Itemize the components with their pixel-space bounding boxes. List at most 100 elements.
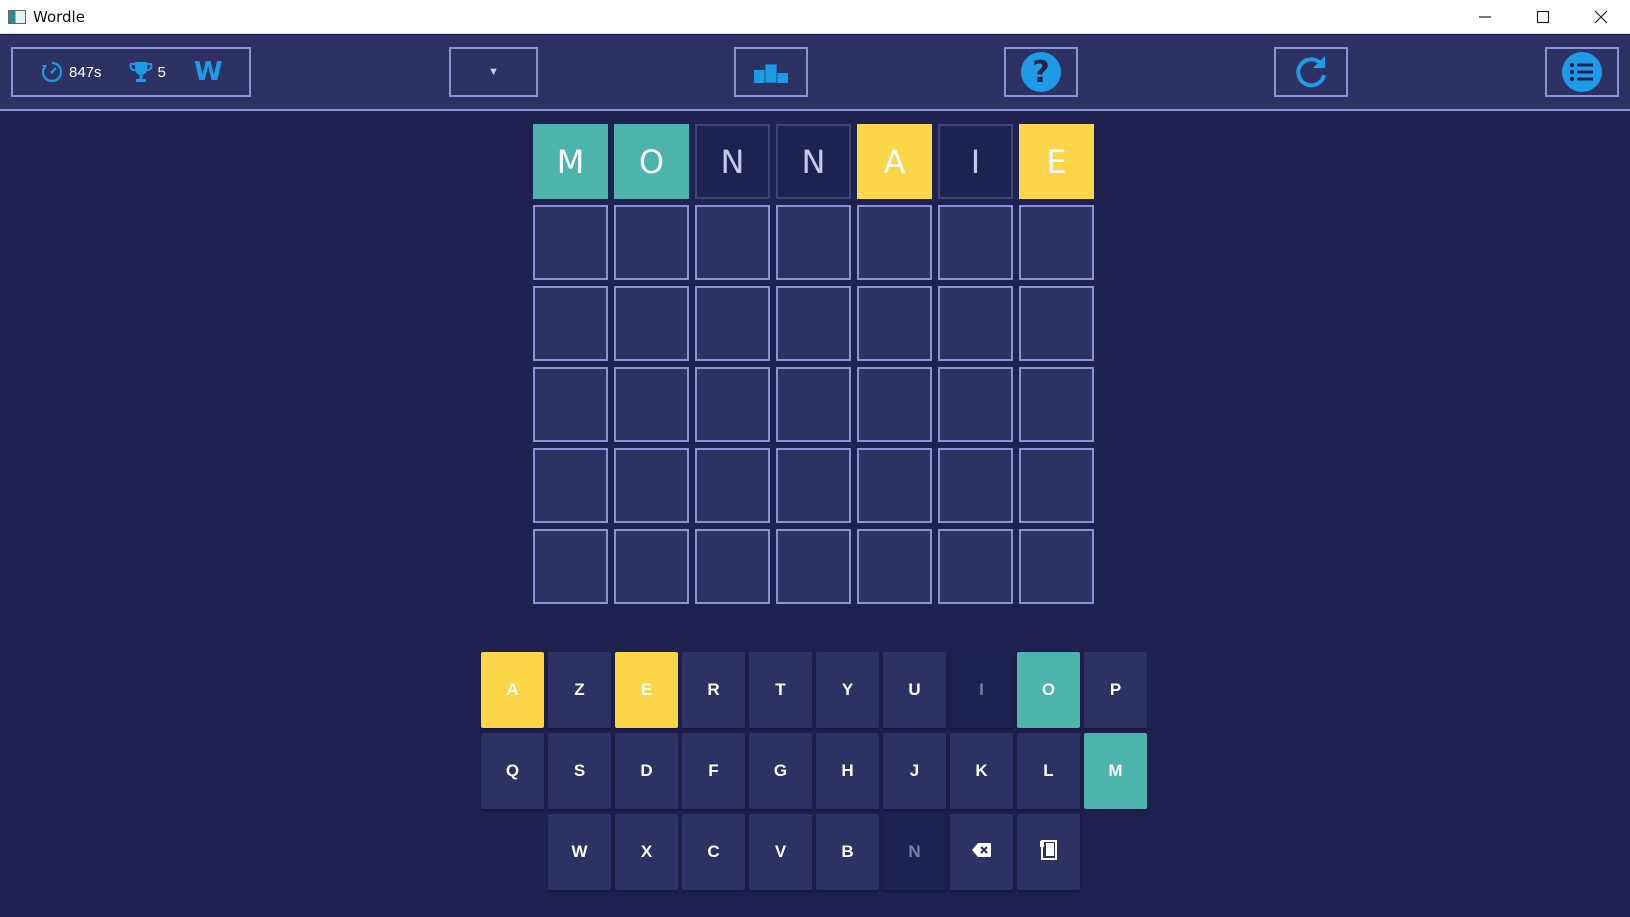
letter-tile [695, 448, 770, 523]
guess-grid: MONNAIE [533, 124, 1097, 610]
word-length-dropdown[interactable]: ▼ [449, 47, 538, 97]
trophy-icon [129, 62, 153, 82]
window-title: Wordle [33, 7, 85, 26]
key-o[interactable]: O [1017, 652, 1080, 728]
letter-tile [533, 448, 608, 523]
chevron-down-icon: ▼ [488, 66, 499, 78]
letter-tile: I [938, 124, 1013, 199]
letter-tile [857, 448, 932, 523]
key-f[interactable]: F [682, 733, 745, 809]
key-r[interactable]: R [682, 652, 745, 728]
letter-tile: E [1019, 124, 1094, 199]
toolbar: 847s 5 W ▼ ? [0, 35, 1630, 111]
key-j[interactable]: J [883, 733, 946, 809]
letter-tile: N [776, 124, 851, 199]
menu-button[interactable] [1545, 47, 1619, 97]
grid-row [533, 529, 1097, 604]
key-y[interactable]: Y [816, 652, 879, 728]
key-t[interactable]: T [749, 652, 812, 728]
key-z[interactable]: Z [548, 652, 611, 728]
key-b[interactable]: B [816, 814, 879, 890]
key-d[interactable]: D [615, 733, 678, 809]
keyboard-row: AZERTYUIOP [481, 652, 1151, 728]
key-x[interactable]: X [615, 814, 678, 890]
key-u[interactable]: U [883, 652, 946, 728]
help-button[interactable]: ? [1004, 47, 1078, 97]
letter-tile [938, 286, 1013, 361]
stats-panel: 847s 5 W [11, 47, 251, 97]
maximize-button[interactable] [1514, 0, 1572, 34]
letter-tile [938, 205, 1013, 280]
letter-tile [857, 529, 932, 604]
key-i[interactable]: I [950, 652, 1013, 728]
key-p[interactable]: P [1084, 652, 1147, 728]
restart-button[interactable] [1274, 47, 1348, 97]
letter-tile [857, 205, 932, 280]
timer-stat: 847s [39, 59, 102, 85]
key-h[interactable]: H [816, 733, 879, 809]
keyboard-row: WXCVBN [548, 814, 1084, 890]
key-v[interactable]: V [749, 814, 812, 890]
key-e[interactable]: E [615, 652, 678, 728]
close-button[interactable] [1572, 0, 1630, 34]
key-a[interactable]: A [481, 652, 544, 728]
letter-tile [776, 367, 851, 442]
letter-tile [614, 286, 689, 361]
enter-key[interactable] [1017, 814, 1080, 890]
letter-tile [533, 205, 608, 280]
letter-tile [1019, 367, 1094, 442]
letter-tile [938, 448, 1013, 523]
key-g[interactable]: G [749, 733, 812, 809]
letter-tile [776, 205, 851, 280]
letter-tile [695, 205, 770, 280]
letter-tile [1019, 529, 1094, 604]
key-w[interactable]: W [548, 814, 611, 890]
close-icon [1594, 10, 1608, 24]
letter-tile: A [857, 124, 932, 199]
letter-tile [695, 529, 770, 604]
grid-row [533, 205, 1097, 280]
letter-tile [776, 448, 851, 523]
trophy-count: 5 [157, 63, 166, 81]
grid-row [533, 286, 1097, 361]
stopwatch-icon [41, 61, 63, 83]
keyboard-row: QSDFGHJKLM [481, 733, 1151, 809]
letter-tile [938, 529, 1013, 604]
key-s[interactable]: S [548, 733, 611, 809]
grid-row [533, 448, 1097, 523]
maximize-icon [1536, 10, 1550, 24]
list-icon [1562, 52, 1602, 92]
letter-tile: N [695, 124, 770, 199]
letter-tile [533, 286, 608, 361]
letter-tile [614, 529, 689, 604]
key-n[interactable]: N [883, 814, 946, 890]
letter-tile [776, 286, 851, 361]
letter-tile [857, 367, 932, 442]
letter-tile: M [533, 124, 608, 199]
backspace-key[interactable] [950, 814, 1013, 890]
app-icon [8, 9, 26, 24]
letter-tile [533, 529, 608, 604]
grid-row [533, 367, 1097, 442]
timer-value: 847s [69, 63, 102, 81]
backspace-icon [970, 838, 994, 867]
letter-tile [1019, 205, 1094, 280]
letter-tile [695, 367, 770, 442]
letter-tile [614, 448, 689, 523]
podium-icon [754, 63, 788, 83]
minimize-button[interactable] [1456, 0, 1514, 34]
key-l[interactable]: L [1017, 733, 1080, 809]
key-m[interactable]: M [1084, 733, 1147, 809]
letter-tile [695, 286, 770, 361]
key-c[interactable]: C [682, 814, 745, 890]
letter-tile [533, 367, 608, 442]
title-bar: Wordle [0, 0, 1630, 34]
key-q[interactable]: Q [481, 733, 544, 809]
enter-icon [1037, 838, 1061, 867]
letter-tile [614, 367, 689, 442]
key-k[interactable]: K [950, 733, 1013, 809]
leaderboard-button[interactable] [734, 47, 808, 97]
letter-tile [1019, 286, 1094, 361]
letter-tile [614, 205, 689, 280]
help-icon: ? [1021, 52, 1061, 92]
